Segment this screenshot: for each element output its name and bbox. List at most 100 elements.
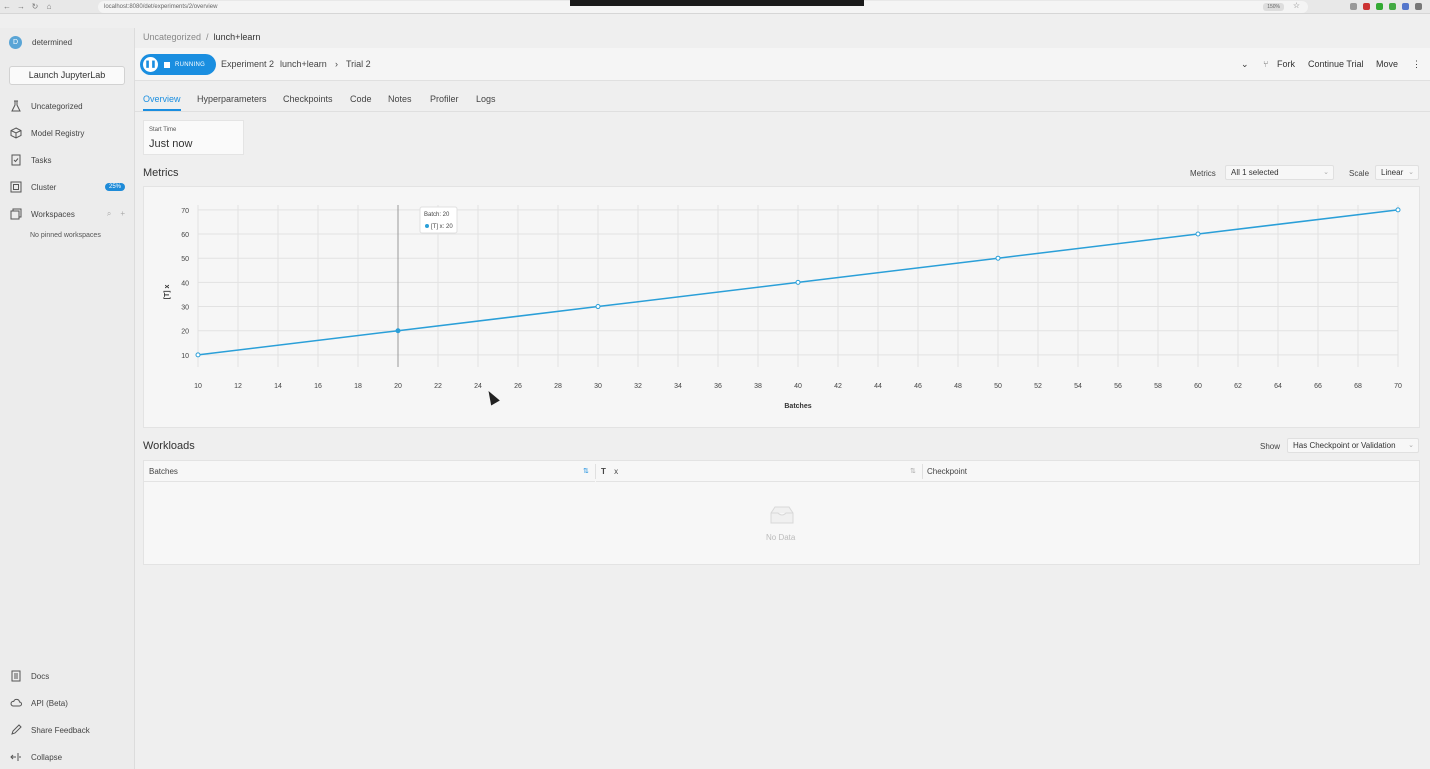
y-tick-label: 40 — [181, 280, 189, 287]
x-tick-label: 30 — [594, 383, 602, 390]
x-tick-label: 14 — [274, 383, 282, 390]
x-tick-label: 64 — [1274, 383, 1282, 390]
more-options-icon[interactable]: ⋮ — [1412, 59, 1421, 70]
tooltip-entry: [T] x: 20 — [431, 224, 453, 230]
column-header-label: Checkpoint — [927, 467, 968, 476]
tooltip-series-dot — [425, 224, 429, 228]
run-state-control: ❚❚ RUNNING — [140, 54, 216, 75]
metrics-select[interactable]: All 1 selected ⌄ — [1225, 165, 1334, 180]
x-tick-label: 10 — [194, 383, 202, 390]
x-tick-label: 70 — [1394, 383, 1402, 390]
x-tick-label: 56 — [1114, 383, 1122, 390]
metrics-select-value: All 1 selected — [1231, 168, 1279, 177]
extension-icon[interactable] — [1389, 3, 1396, 10]
experiment-link[interactable]: Experiment 2 — [221, 59, 274, 69]
x-tick-label: 38 — [754, 383, 762, 390]
extension-icon[interactable] — [1363, 3, 1370, 10]
tooltip-title: Batch: 20 — [424, 212, 450, 218]
continue-trial-button[interactable]: Continue Trial — [1308, 59, 1364, 69]
tab-logs[interactable]: Logs — [476, 94, 496, 104]
cube-icon — [9, 127, 22, 140]
brand[interactable]: D determined — [9, 36, 72, 49]
data-point — [195, 352, 201, 358]
sidebar-item-api[interactable]: API (Beta) — [9, 696, 129, 710]
chevron-down-icon[interactable]: ⌄ — [1241, 59, 1249, 70]
tab-overview[interactable]: Overview — [143, 94, 181, 104]
url-text: localhost:8080/det/experiments/2/overvie… — [104, 4, 218, 10]
stop-icon[interactable] — [164, 61, 170, 68]
sidebar-item-label: Cluster — [31, 182, 57, 192]
status-badge: RUNNING — [175, 61, 206, 68]
breadcrumb-current[interactable]: lunch+learn — [214, 32, 261, 42]
home-icon[interactable]: ⌂ — [42, 2, 56, 11]
sidebar-item-label: Tasks — [31, 155, 52, 165]
x-tick-label: 68 — [1354, 383, 1362, 390]
move-button[interactable]: Move — [1376, 59, 1398, 69]
cluster-usage-badge: 25% — [104, 183, 125, 191]
x-tick-label: 36 — [714, 383, 722, 390]
column-header-x[interactable]: T x ⇅ — [596, 461, 922, 482]
data-point — [795, 279, 801, 285]
collapse-icon — [9, 751, 22, 764]
sidebar-item-model-registry[interactable]: Model Registry — [9, 125, 129, 141]
breadcrumb: Uncategorized / lunch+learn — [143, 32, 260, 42]
tab-profiler[interactable]: Profiler — [430, 94, 459, 104]
tab-hyperparameters[interactable]: Hyperparameters — [197, 94, 267, 104]
sidebar-item-label: Uncategorized — [31, 101, 83, 111]
metrics-chart-card: 10 20 30 40 50 60 70 10 12 14 16 18 20 22 24 26 28 30 32 34… — [143, 186, 1420, 428]
reload-icon[interactable]: ↻ — [28, 2, 42, 11]
scale-select-label: Scale — [1349, 169, 1370, 178]
tab-notes[interactable]: Notes — [388, 94, 412, 104]
column-header-batches[interactable]: Batches ⇅ — [144, 461, 595, 482]
metrics-chart[interactable]: 10 20 30 40 50 60 70 10 12 14 16 18 20 22 24 26 28 30 32 34… — [144, 187, 1421, 429]
active-tab-indicator — [143, 109, 181, 111]
zoom-indicator[interactable]: 150% — [1263, 3, 1284, 11]
x-tick-label: 16 — [314, 383, 322, 390]
sort-icon[interactable]: ⇅ — [910, 461, 916, 482]
sidebar-item-share-feedback[interactable]: Share Feedback — [9, 723, 129, 737]
add-icon[interactable]: + — [120, 209, 125, 219]
x-tick-label: 22 — [434, 383, 442, 390]
sidebar-item-uncategorized[interactable]: Uncategorized — [9, 98, 129, 114]
scale-select-value: Linear — [1381, 168, 1404, 177]
sidebar-item-tasks[interactable]: Tasks — [9, 152, 129, 168]
launch-jupyterlab-button[interactable]: Launch JupyterLab — [9, 66, 125, 85]
search-icon[interactable]: ⌕ — [107, 209, 111, 219]
show-filter-select[interactable]: Has Checkpoint or Validation ⌄ — [1287, 438, 1419, 453]
sidebar-item-collapse[interactable]: Collapse — [9, 750, 129, 764]
x-tick-label: 32 — [634, 383, 642, 390]
scale-select[interactable]: Linear ⌄ — [1375, 165, 1419, 180]
back-icon[interactable]: ← — [0, 2, 14, 11]
column-header-checkpoint[interactable]: Checkpoint — [922, 461, 1419, 482]
pencil-icon — [9, 724, 22, 737]
browser-extensions — [1350, 3, 1422, 10]
breadcrumb-parent[interactable]: Uncategorized — [143, 32, 201, 42]
workloads-title: Workloads — [143, 440, 195, 452]
tasks-icon — [9, 154, 22, 167]
x-tick-label: 44 — [874, 383, 882, 390]
extension-icon[interactable] — [1350, 3, 1357, 10]
extension-icon[interactable] — [1376, 3, 1383, 10]
fork-button[interactable]: Fork — [1277, 59, 1295, 69]
show-filter-value: Has Checkpoint or Validation — [1293, 441, 1396, 450]
pause-button[interactable]: ❚❚ — [143, 57, 158, 72]
sidebar-item-docs[interactable]: Docs — [9, 669, 129, 683]
x-tick-label: 58 — [1154, 383, 1162, 390]
menu-icon[interactable] — [1415, 3, 1422, 10]
column-header-label: Batches — [149, 467, 178, 476]
workspaces-icon — [9, 208, 22, 221]
extension-icon[interactable] — [1402, 3, 1409, 10]
sort-icon[interactable]: ⇅ — [583, 461, 589, 482]
x-tick-label: 28 — [554, 383, 562, 390]
tab-code[interactable]: Code — [350, 94, 372, 104]
bookmark-star-icon[interactable]: ☆ — [1293, 1, 1300, 10]
tab-checkpoints[interactable]: Checkpoints — [283, 94, 333, 104]
y-tick-label: 10 — [181, 353, 189, 360]
forward-icon[interactable]: → — [14, 2, 28, 11]
sidebar-item-cluster[interactable]: Cluster 25% — [9, 179, 129, 195]
cluster-icon — [9, 181, 22, 194]
x-tick-label: 66 — [1314, 383, 1322, 390]
trial-header: ❚❚ RUNNING Experiment 2 lunch+learn › Tr… — [135, 48, 1430, 81]
sidebar-item-workspaces[interactable]: Workspaces ⌕ + — [9, 206, 129, 222]
x-tick-label: 48 — [954, 383, 962, 390]
